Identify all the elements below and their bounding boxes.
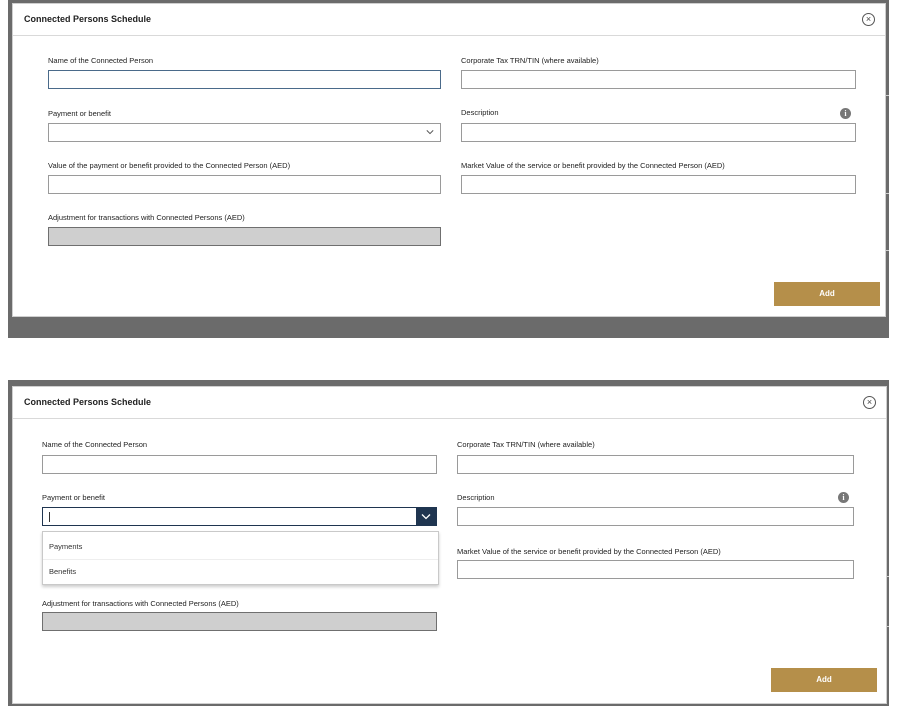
info-icon[interactable]: i — [840, 108, 851, 119]
modal-header: Connected Persons Schedule × — [13, 4, 885, 36]
trn-label: Corporate Tax TRN/TIN (where available) — [461, 56, 599, 65]
connected-persons-modal: Connected Persons Schedule × Name of the… — [12, 3, 886, 317]
market-value-label: Market Value of the service or benefit p… — [461, 161, 725, 170]
description-input[interactable] — [457, 507, 854, 526]
market-value-label: Market Value of the service or benefit p… — [457, 547, 721, 556]
text-cursor — [49, 512, 50, 522]
payment-label: Payment or benefit — [48, 109, 111, 118]
chevron-down-icon — [421, 514, 431, 520]
dropdown-toggle-button[interactable] — [416, 508, 436, 525]
payment-dropdown-list: Payments Benefits — [42, 531, 439, 585]
market-value-input[interactable] — [457, 560, 854, 579]
description-label: Description — [457, 493, 495, 502]
screenshot-default-state: Connected Persons Schedule × Name of the… — [8, 0, 889, 338]
close-icon[interactable]: × — [863, 396, 876, 409]
chevron-down-icon[interactable] — [426, 128, 434, 136]
name-input[interactable] — [48, 70, 441, 89]
modal-title: Connected Persons Schedule — [24, 14, 152, 24]
trn-input[interactable] — [457, 455, 854, 474]
trn-input[interactable] — [461, 70, 856, 89]
value-paid-input[interactable] — [48, 175, 441, 194]
payment-select[interactable] — [48, 123, 441, 142]
market-value-input[interactable] — [461, 175, 856, 194]
description-label: Description — [461, 108, 499, 117]
adjustment-label: Adjustment for transactions with Connect… — [48, 213, 245, 222]
payment-label: Payment or benefit — [42, 493, 105, 502]
modal-header: Connected Persons Schedule × — [13, 387, 886, 419]
name-label: Name of the Connected Person — [48, 56, 154, 65]
name-label: Name of the Connected Person — [42, 440, 148, 449]
screenshot-dropdown-open-state: Connected Persons Schedule × Name of the… — [8, 380, 889, 706]
adjustment-input — [48, 227, 441, 246]
dropdown-option-benefits[interactable]: Benefits — [43, 559, 438, 584]
modal-title: Connected Persons Schedule — [24, 397, 152, 407]
payment-select[interactable] — [42, 507, 437, 526]
info-icon[interactable]: i — [838, 492, 849, 503]
description-input[interactable] — [461, 123, 856, 142]
add-button[interactable]: Add — [771, 668, 877, 692]
add-button[interactable]: Add — [774, 282, 880, 306]
adjustment-input — [42, 612, 437, 631]
dropdown-option-payments[interactable]: Payments — [43, 535, 438, 559]
trn-label: Corporate Tax TRN/TIN (where available) — [457, 440, 595, 449]
close-icon[interactable]: × — [862, 13, 875, 26]
name-input[interactable] — [42, 455, 437, 474]
connected-persons-modal: Connected Persons Schedule × Name of the… — [12, 386, 887, 704]
adjustment-label: Adjustment for transactions with Connect… — [42, 599, 239, 608]
value-paid-label: Value of the payment or benefit provided… — [48, 161, 291, 170]
